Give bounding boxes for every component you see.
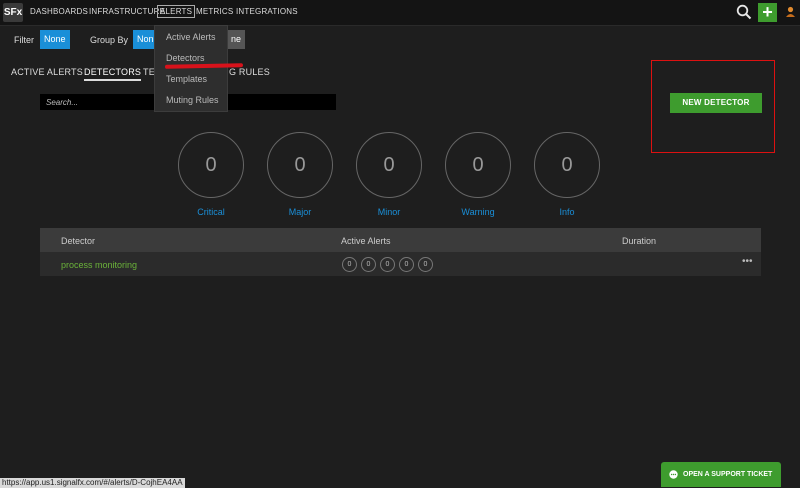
signalfx-logo[interactable]: SFx — [3, 3, 23, 22]
filter-select[interactable]: None — [40, 30, 70, 49]
support-label: OPEN A SUPPORT TICKET — [683, 471, 773, 478]
alert-count-info: 0 — [418, 257, 433, 272]
annotation-highlight-box — [651, 60, 775, 153]
severity-warning[interactable]: 0 Warning — [445, 132, 511, 217]
nav-alerts[interactable]: ALERTS — [157, 5, 196, 18]
major-label[interactable]: Major — [267, 207, 333, 217]
user-icon[interactable] — [785, 6, 796, 18]
warning-count: 0 — [445, 132, 511, 198]
table-header: Detector Active Alerts Duration — [40, 228, 761, 252]
column-active-alerts[interactable]: Active Alerts — [341, 236, 391, 246]
severity-minor[interactable]: 0 Minor — [356, 132, 422, 217]
filter-bar: Filter None Group By Non ne — [0, 26, 800, 52]
menu-item-templates[interactable]: Templates — [166, 74, 207, 84]
open-support-ticket-button[interactable]: OPEN A SUPPORT TICKET — [661, 462, 781, 487]
add-button[interactable]: + — [758, 3, 777, 22]
menu-item-detectors[interactable]: Detectors — [166, 53, 205, 63]
severity-info[interactable]: 0 Info — [534, 132, 600, 217]
filter-label: Filter — [14, 35, 34, 45]
critical-count: 0 — [178, 132, 244, 198]
column-detector[interactable]: Detector — [61, 236, 95, 246]
minor-label[interactable]: Minor — [356, 207, 422, 217]
detectors-table: Detector Active Alerts Duration process … — [40, 228, 761, 276]
group-by-label: Group By — [90, 35, 129, 45]
nav-integrations[interactable]: INTEGRATIONS — [236, 7, 298, 16]
severity-critical[interactable]: 0 Critical — [178, 132, 244, 217]
info-count: 0 — [534, 132, 600, 198]
severity-major[interactable]: 0 Major — [267, 132, 333, 217]
minor-count: 0 — [356, 132, 422, 198]
alert-count-major: 0 — [361, 257, 376, 272]
menu-item-active-alerts[interactable]: Active Alerts — [166, 32, 216, 42]
menu-item-muting-rules[interactable]: Muting Rules — [166, 95, 219, 105]
detector-name-link[interactable]: process monitoring — [61, 260, 137, 270]
tab-muting-rules[interactable]: G RULES — [229, 67, 270, 77]
table-row[interactable]: process monitoring 0 0 0 0 0 ••• — [40, 252, 761, 276]
critical-label[interactable]: Critical — [178, 207, 244, 217]
column-duration[interactable]: Duration — [622, 236, 656, 246]
top-nav: SFx DASHBOARDS INFRASTRUCTURE ALERTS MET… — [0, 0, 800, 26]
chat-icon — [669, 470, 678, 479]
nav-dashboards[interactable]: DASHBOARDS — [30, 7, 88, 16]
major-count: 0 — [267, 132, 333, 198]
row-actions-menu[interactable]: ••• — [742, 256, 753, 267]
info-label[interactable]: Info — [534, 207, 600, 217]
alert-count-warning: 0 — [399, 257, 414, 272]
alert-count-critical: 0 — [342, 257, 357, 272]
nav-infrastructure[interactable]: INFRASTRUCTURE — [89, 7, 165, 16]
warning-label[interactable]: Warning — [445, 207, 511, 217]
tab-active-alerts[interactable]: ACTIVE ALERTS — [11, 67, 83, 77]
tab-detectors[interactable]: DETECTORS — [84, 67, 142, 81]
search-icon[interactable] — [736, 4, 752, 20]
secondary-select[interactable]: ne — [227, 30, 246, 49]
alert-count-minor: 0 — [380, 257, 395, 272]
nav-metrics[interactable]: METRICS — [196, 7, 233, 16]
